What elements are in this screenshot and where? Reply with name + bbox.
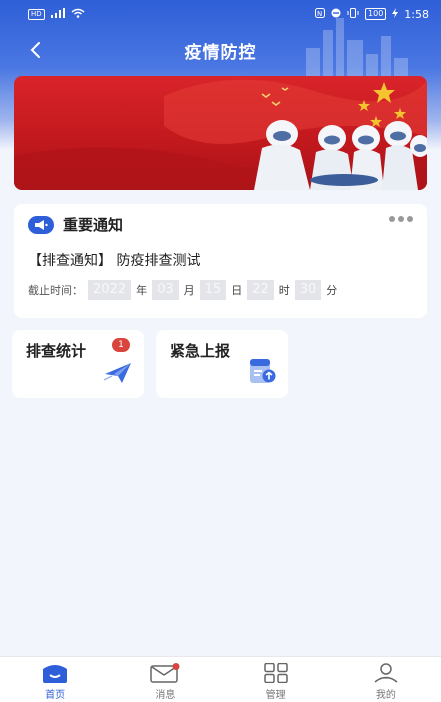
mail-icon bbox=[150, 663, 180, 683]
medical-workers-illustration bbox=[14, 79, 427, 190]
vibrate-icon bbox=[347, 7, 359, 21]
hd-indicator: HD bbox=[28, 8, 45, 20]
tab-label: 管理 bbox=[265, 690, 286, 701]
deadline-month: 03 bbox=[152, 280, 179, 300]
notice-title: 重要通知 bbox=[63, 216, 124, 234]
tab-label: 消息 bbox=[155, 690, 176, 701]
paper-plane-icon bbox=[103, 362, 132, 388]
day-unit: 日 bbox=[231, 284, 243, 297]
inspection-stats-card[interactable]: 排查统计 1 bbox=[12, 330, 144, 398]
grid-icon bbox=[263, 663, 288, 683]
deadline-minute: 30 bbox=[294, 280, 322, 300]
tab-manage[interactable]: 管理 bbox=[221, 657, 331, 702]
month-unit: 月 bbox=[183, 284, 195, 297]
back-button[interactable] bbox=[22, 36, 48, 64]
document-upload-icon bbox=[248, 358, 276, 388]
banner-image bbox=[14, 76, 427, 190]
notice-header: 重要通知 bbox=[28, 214, 123, 235]
wifi-icon bbox=[71, 8, 85, 21]
svg-text:N: N bbox=[317, 10, 322, 18]
nfc-icon: N bbox=[315, 7, 326, 21]
tab-home[interactable]: 首页 bbox=[0, 657, 110, 702]
deadline-day: 15 bbox=[199, 280, 227, 300]
dot-icon bbox=[398, 216, 404, 222]
dot-icon bbox=[407, 216, 413, 222]
charging-icon bbox=[392, 7, 399, 21]
title-bar: 疫情防控 bbox=[0, 28, 441, 72]
notification-badge: 1 bbox=[112, 338, 130, 352]
user-icon bbox=[374, 663, 398, 683]
do-not-disturb-icon bbox=[331, 8, 341, 21]
tab-profile[interactable]: 我的 bbox=[331, 657, 441, 702]
status-bar: HD N 100 1:58 bbox=[0, 0, 441, 28]
megaphone-icon bbox=[28, 215, 54, 234]
bottom-tab-bar: 首页 消息 管理 我的 bbox=[0, 656, 441, 702]
emergency-report-label: 紧急上报 bbox=[170, 342, 231, 360]
more-options-button[interactable] bbox=[389, 216, 413, 222]
home-icon bbox=[43, 665, 68, 683]
signal-icon bbox=[50, 7, 65, 21]
year-unit: 年 bbox=[136, 284, 148, 297]
clock-time: 1:58 bbox=[404, 7, 429, 21]
dot-icon bbox=[389, 216, 395, 222]
minute-unit: 分 bbox=[326, 284, 338, 297]
inspection-stats-label: 排查统计 bbox=[26, 342, 87, 360]
notice-card: 重要通知 【排查通知】 防疫排查测试 截止时间： 2022 年 03 月 15 … bbox=[14, 204, 427, 318]
deadline-hour: 22 bbox=[247, 280, 274, 300]
notice-item[interactable]: 【排查通知】 防疫排查测试 bbox=[28, 250, 200, 270]
tab-messages[interactable]: 消息 bbox=[110, 657, 220, 702]
hour-unit: 时 bbox=[278, 284, 290, 297]
battery-indicator: 100 bbox=[365, 8, 387, 20]
emergency-report-card[interactable]: 紧急上报 bbox=[156, 330, 288, 398]
deadline-label: 截止时间： bbox=[28, 284, 83, 297]
chevron-left-icon bbox=[30, 42, 40, 58]
deadline-year: 2022 bbox=[88, 280, 132, 300]
page-title: 疫情防控 bbox=[184, 42, 257, 63]
tab-label: 我的 bbox=[375, 690, 396, 701]
deadline-row: 截止时间： 2022 年 03 月 15 日 22 时 30 分 bbox=[28, 280, 337, 300]
tab-label: 首页 bbox=[45, 690, 66, 701]
